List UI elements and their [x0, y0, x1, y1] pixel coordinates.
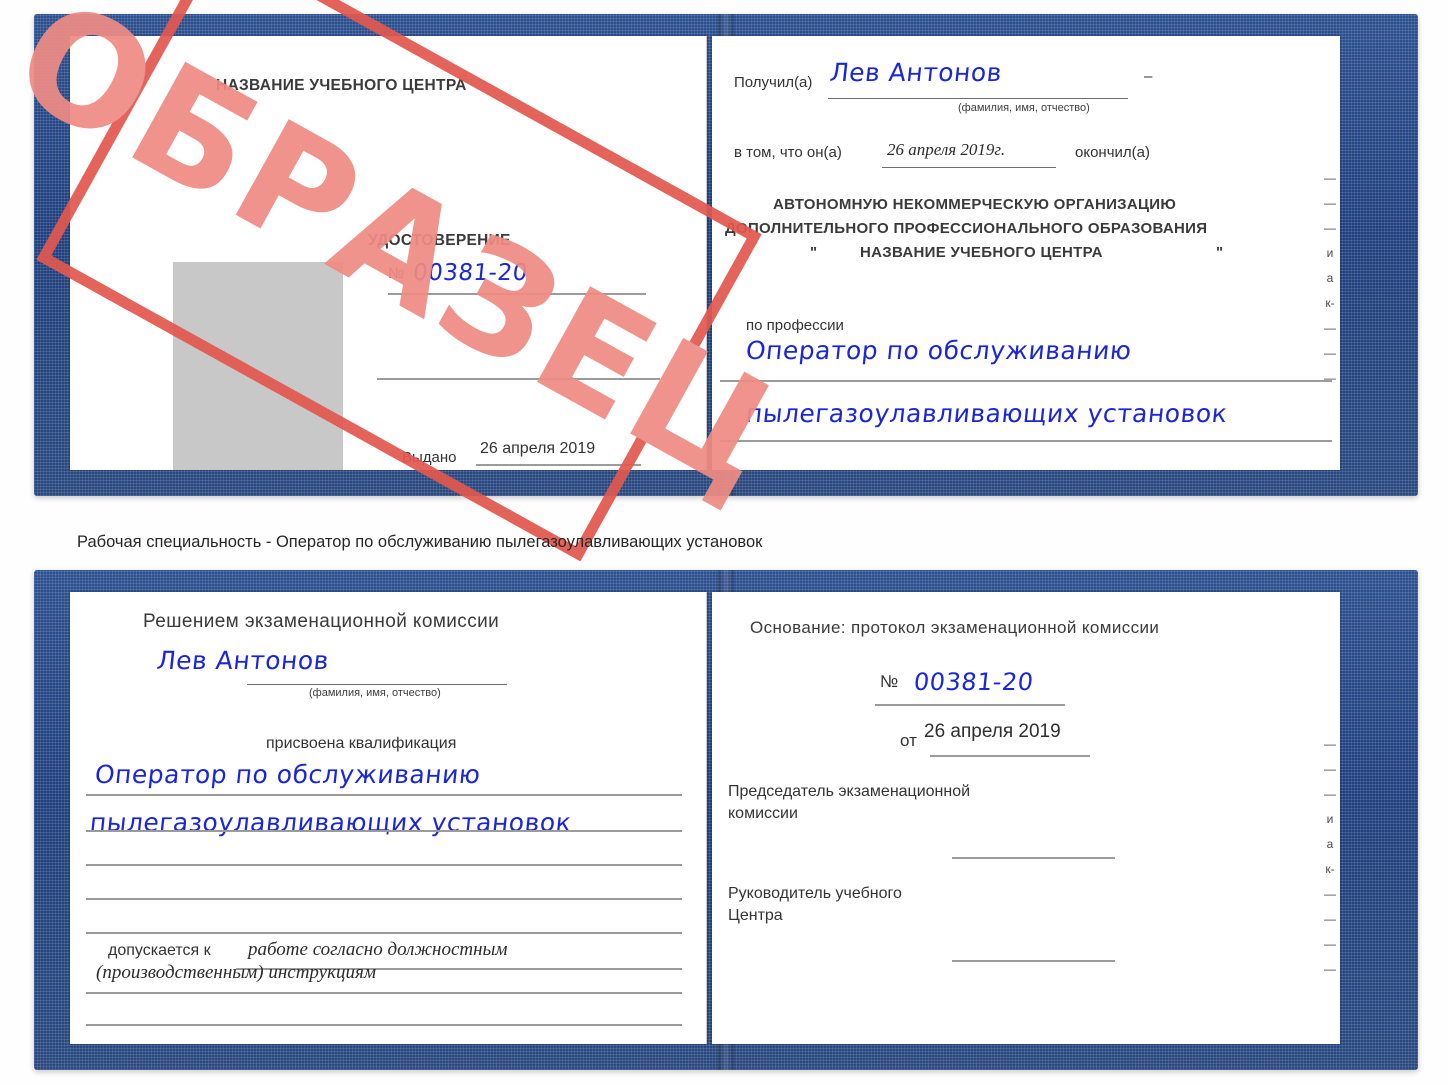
- org-quote-open: ": [810, 244, 818, 261]
- screenshot-root: НАЗВАНИЕ УЧЕБНОГО ЦЕНТРА УДОСТОВЕРЕНИЕ №…: [0, 0, 1448, 1085]
- qualification-line-1: Оператор по обслуживанию: [93, 760, 483, 789]
- sliver-mark: а: [1326, 271, 1334, 285]
- allowed-value-line-1: работе согласно должностным: [248, 939, 508, 960]
- head-line-1: Руководитель учебного: [728, 885, 902, 902]
- issued-rule: [476, 464, 641, 466]
- org-line-2: ДОПОЛНИТЕЛЬНОГО ПРОФЕССИОНАЛЬНОГО ОБРАЗО…: [725, 220, 1208, 237]
- qualification-label: присвоена квалификация: [266, 735, 457, 752]
- basis-label: Основание: протокол экзаменационной коми…: [750, 618, 1160, 637]
- sliver-mark: а: [1326, 837, 1334, 851]
- certificate-bottom-right-page: Основание: протокол экзаменационной коми…: [712, 592, 1340, 1044]
- training-center-name-top: НАЗВАНИЕ УЧЕБНОГО ЦЕНТРА: [216, 77, 467, 94]
- sliver-mark: —: [1324, 221, 1336, 235]
- issued-label: Выдано: [402, 449, 457, 466]
- decision-name-rule: [247, 684, 507, 686]
- sliver-mark: —: [1324, 371, 1336, 385]
- sliver-mark: к-: [1325, 862, 1335, 876]
- certificate-number-rule: [388, 293, 646, 295]
- certificate-top-left-page: НАЗВАНИЕ УЧЕБНОГО ЦЕНТРА УДОСТОВЕРЕНИЕ №…: [70, 36, 707, 470]
- page-caption: Рабочая специальность - Оператор по обсл…: [77, 533, 763, 551]
- chairman-signature-rule: [952, 857, 1115, 860]
- profession-label: по профессии: [746, 317, 844, 334]
- org-line-3: НАЗВАНИЕ УЧЕБНОГО ЦЕНТРА: [860, 244, 1103, 261]
- certificate-title: УДОСТОВЕРЕНИЕ: [368, 232, 511, 249]
- decision-name-value: Лев Антонов: [155, 646, 331, 675]
- org-line-1: АВТОНОМНУЮ НЕКОММЕРЧЕСКУЮ ОРГАНИЗАЦИЮ: [773, 196, 1177, 213]
- qualification-rule-5: [86, 932, 682, 934]
- protocol-number-value: 00381-20: [912, 668, 1036, 696]
- edge-sliver-bottom: — — — и а к- — — — —: [1320, 732, 1340, 982]
- received-hint: (фамилия, имя, отчество): [958, 102, 1090, 114]
- protocol-number-rule: [875, 704, 1065, 706]
- received-rule: [828, 98, 1128, 100]
- issued-value: 26 апреля 2019: [480, 440, 596, 457]
- sliver-mark: —: [1324, 171, 1336, 185]
- finished-label: окончил(а): [1075, 144, 1150, 161]
- certificate-number-label: №: [388, 265, 405, 282]
- sliver-mark: —: [1324, 887, 1336, 901]
- protocol-number-label: №: [880, 672, 899, 691]
- sliver-mark: к-: [1325, 296, 1335, 310]
- qualification-rule-3: [86, 864, 682, 866]
- sliver-mark: и: [1326, 812, 1334, 826]
- sliver-mark: и: [1326, 246, 1334, 260]
- certificate-number-value: 00381-20: [411, 260, 530, 286]
- edge-sliver-top: — — — и а к- — — —: [1320, 166, 1340, 391]
- sliver-mark: —: [1324, 787, 1336, 801]
- sliver-mark: —: [1324, 937, 1336, 951]
- allowed-rule-2: [86, 992, 682, 994]
- profession-value-line-2: пылегазоулавливающих установок: [744, 399, 1229, 428]
- certificate-top-right-page: Получил(а) Лев Антонов (фамилия, имя, от…: [712, 36, 1340, 470]
- qualification-rule-4: [86, 898, 682, 900]
- head-signature-rule: [952, 960, 1115, 963]
- sliver-mark: —: [1324, 962, 1336, 976]
- profession-rule-1: [720, 380, 1332, 382]
- profession-rule-2: [720, 440, 1332, 442]
- chairman-line-2: комиссии: [728, 805, 798, 822]
- qualification-rule-2: [86, 830, 682, 832]
- sliver-mark: —: [1324, 321, 1336, 335]
- chairman-line-1: Председатель экзаменационной: [728, 783, 971, 800]
- sliver-mark: —: [1324, 196, 1336, 210]
- allowed-label: допускается к: [108, 942, 211, 959]
- sliver-mark: —: [1324, 737, 1336, 751]
- photo-placeholder: [173, 262, 343, 470]
- graduation-date-value: 26 апреля 2019г.: [887, 140, 1006, 159]
- sliver-mark: —: [1324, 912, 1336, 926]
- sliver-mark: —: [1324, 346, 1336, 360]
- sliver-mark: —: [1324, 762, 1336, 776]
- decision-name-hint: (фамилия, имя, отчество): [309, 687, 441, 699]
- allowed-rule-3: [86, 1024, 682, 1026]
- that-he-label: в том, что он(а): [734, 144, 842, 161]
- profession-value-line-1: Оператор по обслуживанию: [744, 336, 1134, 365]
- received-dash: –: [1144, 68, 1153, 85]
- blank-rule-1: [377, 378, 660, 380]
- decision-title: Решением экзаменационной комиссии: [143, 611, 500, 632]
- qualification-rule-1: [86, 794, 682, 796]
- org-quote-close: ": [1216, 244, 1224, 261]
- allowed-value-line-2: (производственным) инструкциям: [96, 962, 376, 983]
- protocol-date-value: 26 апреля 2019: [924, 721, 1061, 742]
- certificate-bottom-left-page: Решением экзаменационной комиссии Лев Ан…: [70, 592, 707, 1044]
- protocol-date-rule: [930, 755, 1090, 757]
- qualification-line-2: пылегазоулавливающих установок: [88, 808, 573, 837]
- protocol-date-label: от: [900, 731, 917, 750]
- received-name-value: Лев Антонов: [828, 58, 1004, 87]
- graduation-date-rule: [882, 167, 1056, 169]
- head-line-2: Центра: [728, 907, 783, 924]
- received-label: Получил(а): [734, 74, 813, 91]
